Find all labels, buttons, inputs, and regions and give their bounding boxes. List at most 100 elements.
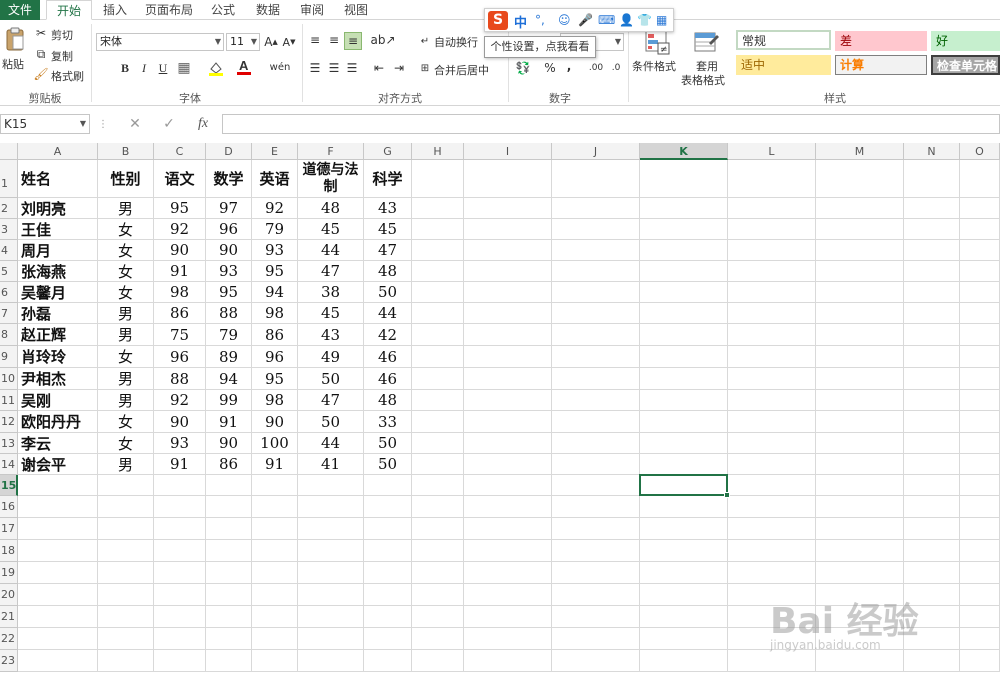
data-cell-d14[interactable]: 86 — [206, 454, 252, 475]
row-header-2[interactable]: 2 — [0, 198, 18, 219]
row-header-18[interactable]: 18 — [0, 540, 18, 562]
style-good[interactable]: 好 — [931, 31, 1000, 51]
cell-i13[interactable] — [464, 433, 552, 454]
cell-a16[interactable] — [18, 496, 98, 518]
data-cell-e11[interactable]: 98 — [252, 390, 298, 411]
cell-k11[interactable] — [640, 390, 728, 411]
data-cell-g3[interactable]: 45 — [364, 219, 412, 240]
cell-j23[interactable] — [552, 650, 640, 672]
data-cell-a8[interactable]: 赵正辉 — [18, 324, 98, 346]
data-cell-d9[interactable]: 89 — [206, 346, 252, 368]
format-as-table-icon[interactable] — [692, 28, 720, 56]
cell-k20[interactable] — [640, 584, 728, 606]
data-cell-c11[interactable]: 92 — [154, 390, 206, 411]
style-bad[interactable]: 差 — [835, 31, 927, 51]
data-cell-b8[interactable]: 男 — [98, 324, 154, 346]
cell-e18[interactable] — [252, 540, 298, 562]
row-header-17[interactable]: 17 — [0, 518, 18, 540]
cell-o7[interactable] — [960, 303, 1000, 324]
cell-n8[interactable] — [904, 324, 960, 346]
column-header-g[interactable]: G — [364, 143, 412, 160]
tab-file[interactable]: 文件 — [0, 0, 40, 20]
cell-e21[interactable] — [252, 606, 298, 628]
data-cell-d2[interactable]: 97 — [206, 198, 252, 219]
enter-icon[interactable]: ✓ — [160, 115, 178, 133]
cell-n9[interactable] — [904, 346, 960, 368]
cell-o9[interactable] — [960, 346, 1000, 368]
data-cell-a10[interactable]: 尹相杰 — [18, 368, 98, 390]
cell-b18[interactable] — [98, 540, 154, 562]
data-cell-a13[interactable]: 李云 — [18, 433, 98, 454]
align-top-icon[interactable]: ≡ — [307, 32, 323, 48]
cell-o4[interactable] — [960, 240, 1000, 261]
border-icon[interactable]: ▦ — [172, 60, 196, 76]
cell-o5[interactable] — [960, 261, 1000, 282]
cell-j5[interactable] — [552, 261, 640, 282]
cell-k16[interactable] — [640, 496, 728, 518]
cell-h23[interactable] — [412, 650, 464, 672]
cell-l18[interactable] — [728, 540, 816, 562]
data-cell-b12[interactable]: 女 — [98, 411, 154, 433]
cell-e20[interactable] — [252, 584, 298, 606]
data-cell-g14[interactable]: 50 — [364, 454, 412, 475]
tab-view[interactable]: 视图 — [338, 0, 374, 20]
percent-style-button[interactable]: % — [542, 60, 558, 76]
row-header-19[interactable]: 19 — [0, 562, 18, 584]
column-header-l[interactable]: L — [728, 143, 816, 160]
cell-i4[interactable] — [464, 240, 552, 261]
name-box[interactable]: K15 ▼ — [0, 114, 90, 134]
data-cell-f4[interactable]: 44 — [298, 240, 364, 261]
cell-g17[interactable] — [364, 518, 412, 540]
data-cell-a7[interactable]: 孙磊 — [18, 303, 98, 324]
cell-c22[interactable] — [154, 628, 206, 650]
data-cell-c5[interactable]: 91 — [154, 261, 206, 282]
cell-a17[interactable] — [18, 518, 98, 540]
copy-icon[interactable]: ⧉ — [34, 47, 48, 61]
data-cell-d5[interactable]: 93 — [206, 261, 252, 282]
cell-i9[interactable] — [464, 346, 552, 368]
cell-j14[interactable] — [552, 454, 640, 475]
cell-h9[interactable] — [412, 346, 464, 368]
cell-i12[interactable] — [464, 411, 552, 433]
cell-l8[interactable] — [728, 324, 816, 346]
cell-l11[interactable] — [728, 390, 816, 411]
data-cell-a6[interactable]: 吴馨月 — [18, 282, 98, 303]
data-cell-g8[interactable]: 42 — [364, 324, 412, 346]
cell-l2[interactable] — [728, 198, 816, 219]
cell-k21[interactable] — [640, 606, 728, 628]
align-left-icon[interactable]: ☰ — [307, 60, 323, 76]
cell-h17[interactable] — [412, 518, 464, 540]
cell-d23[interactable] — [206, 650, 252, 672]
data-cell-b2[interactable]: 男 — [98, 198, 154, 219]
cell-n15[interactable] — [904, 475, 960, 496]
cell-g18[interactable] — [364, 540, 412, 562]
cell-k8[interactable] — [640, 324, 728, 346]
tab-insert[interactable]: 插入 — [95, 0, 135, 20]
data-cell-a9[interactable]: 肖玲玲 — [18, 346, 98, 368]
cell-j18[interactable] — [552, 540, 640, 562]
cell-o16[interactable] — [960, 496, 1000, 518]
cell-a18[interactable] — [18, 540, 98, 562]
cell-j21[interactable] — [552, 606, 640, 628]
cell-d18[interactable] — [206, 540, 252, 562]
cell-k3[interactable] — [640, 219, 728, 240]
cell-o3[interactable] — [960, 219, 1000, 240]
cell-k1[interactable] — [640, 160, 728, 198]
data-cell-c14[interactable]: 91 — [154, 454, 206, 475]
cell-n17[interactable] — [904, 518, 960, 540]
cell-o15[interactable] — [960, 475, 1000, 496]
cell-i18[interactable] — [464, 540, 552, 562]
data-cell-b13[interactable]: 女 — [98, 433, 154, 454]
orientation-icon[interactable]: ab↗ — [370, 32, 395, 48]
data-cell-e2[interactable]: 92 — [252, 198, 298, 219]
data-cell-f3[interactable]: 45 — [298, 219, 364, 240]
ime-mode-toggle[interactable]: 中 — [514, 12, 527, 31]
cell-a15[interactable] — [18, 475, 98, 496]
cell-m15[interactable] — [816, 475, 904, 496]
data-cell-d10[interactable]: 94 — [206, 368, 252, 390]
cell-j2[interactable] — [552, 198, 640, 219]
fill-handle[interactable] — [724, 492, 730, 498]
data-cell-d6[interactable]: 95 — [206, 282, 252, 303]
row-header-13[interactable]: 13 — [0, 433, 18, 454]
cell-i19[interactable] — [464, 562, 552, 584]
